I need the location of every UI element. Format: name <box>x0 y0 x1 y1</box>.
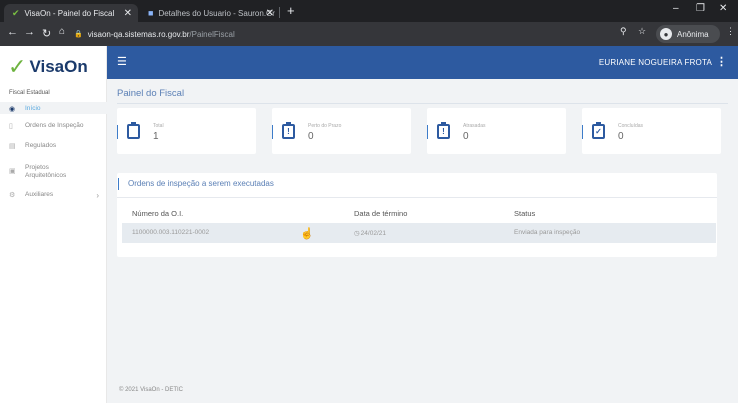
browser-tab-active[interactable]: ✔ VisaOn - Painel do Fiscal ✕ <box>4 4 138 22</box>
card-label: Atrasadas <box>463 123 486 129</box>
reload-icon[interactable]: ↻ <box>42 27 51 40</box>
column-header-data: Data de término <box>354 209 408 218</box>
new-tab-button[interactable]: + <box>287 3 295 18</box>
card-concluidas[interactable]: ✓ Concluídas 0 <box>582 108 721 154</box>
sidebar-item-label: Regulados <box>25 142 57 149</box>
card-accent-bar <box>582 125 583 139</box>
cell-status: Enviada para inspeção <box>514 229 581 236</box>
tab-title: VisaOn - Painel do Fiscal <box>24 8 115 18</box>
logo-text: VisaOn <box>29 57 88 76</box>
footer: © 2021 VisaOn - DETIC <box>119 387 184 393</box>
home-icon[interactable]: ⌂ <box>59 26 65 37</box>
sidebar-section-label: Fiscal Estadual <box>9 90 50 96</box>
close-window-icon[interactable]: ✕ <box>719 3 727 14</box>
profile-label: Anônima <box>677 29 709 39</box>
card-accent-bar <box>427 125 428 139</box>
hamburger-menu-icon[interactable]: ☰ <box>117 55 127 68</box>
address-bar[interactable]: 🔒 visaon-qa.sistemas.ro.gov.br /PainelFi… <box>74 26 604 42</box>
building-icon: ▤ <box>9 143 16 150</box>
document-favicon-icon: ■ <box>148 8 154 18</box>
bookmark-star-icon[interactable]: ☆ <box>638 26 646 37</box>
orders-panel: Ordens de inspeção a serem executadas Nú… <box>117 173 717 257</box>
restore-icon[interactable]: ❐ <box>696 3 705 14</box>
cell-numero: 1100000.003.110221-0002 <box>132 229 210 236</box>
card-label: Perto do Prazo <box>308 123 342 129</box>
sidebar-item-label: Projetos Arquitetônicos <box>25 164 67 179</box>
sidebar-item-label: Início <box>25 105 41 112</box>
card-value: 0 <box>308 131 314 142</box>
card-label: Total <box>153 123 164 129</box>
card-label: Concluídas <box>618 123 644 129</box>
sidebar-item-regulados[interactable]: ▤ Regulados <box>0 142 107 156</box>
hand-cursor-icon: ☝ <box>300 228 314 240</box>
card-value: 0 <box>618 131 624 142</box>
card-accent-bar <box>117 125 118 139</box>
sidebar-item-projetos[interactable]: ▣ Projetos Arquitetônicos <box>0 164 107 184</box>
document-icon: ▯ <box>9 123 13 130</box>
url-path: /PainelFiscal <box>189 29 235 39</box>
chevron-right-icon: › <box>96 191 99 200</box>
sidebar-item-auxiliares[interactable]: ⚙ Auxiliares › <box>0 191 107 205</box>
browser-tabstrip: ✔ VisaOn - Painel do Fiscal ✕ ■ Detalhes… <box>0 0 738 22</box>
sidebar-item-ordens[interactable]: ▯ Ordens de Inspeção <box>0 122 107 136</box>
card-perto-do-prazo[interactable]: ! Perto do Prazo 0 <box>272 108 411 154</box>
url-host: visaon-qa.sistemas.ro.gov.br <box>87 29 190 39</box>
sidebar-item-label: Ordens de Inspeção <box>25 122 84 129</box>
clipboard-icon <box>127 122 140 139</box>
column-header-numero: Número da O.I. <box>132 209 184 218</box>
zoom-icon[interactable]: ⚲ <box>620 26 627 37</box>
clipboard-check-icon: ✓ <box>592 122 605 139</box>
app-header: ☰ EURIANE NOGUEIRA FROTA ⋮ <box>107 46 738 79</box>
divider <box>117 103 728 104</box>
card-accent-bar <box>272 125 273 139</box>
card-atrasadas[interactable]: ! Atrasadas 0 <box>427 108 566 154</box>
visaon-check-icon: ✓ <box>8 54 27 80</box>
visaon-favicon-icon: ✔ <box>12 7 20 18</box>
browser-menu-icon[interactable]: ⋮ <box>726 26 735 37</box>
clock-icon: ◷ <box>354 230 360 237</box>
browser-tab-inactive[interactable]: ■ Detalhes do Usuario - Sauron.Gr ✕ <box>140 4 280 22</box>
table-row[interactable]: 1100000.003.110221-0002 ◷24/02/21 Enviad… <box>122 223 716 243</box>
tab-close-icon[interactable]: ✕ <box>266 8 274 19</box>
panel-accent-bar <box>118 178 119 190</box>
minimize-icon[interactable]: – <box>673 3 679 14</box>
user-name[interactable]: EURIANE NOGUEIRA FROTA <box>599 58 712 67</box>
clipboard-alert-icon: ! <box>437 122 450 139</box>
dashboard-icon: ◉ <box>9 106 16 113</box>
divider <box>117 197 717 198</box>
card-value: 1 <box>153 131 159 142</box>
main-content: Painel do Fiscal Total 1 ! Perto do Praz… <box>107 79 738 403</box>
blueprint-icon: ▣ <box>9 168 16 175</box>
incognito-icon: ● <box>660 28 672 40</box>
app-logo[interactable]: ✓ VisaOn <box>8 54 88 80</box>
cell-data: ◷24/02/21 <box>354 229 386 237</box>
sidebar-item-label: Auxiliares <box>25 191 54 198</box>
sidebar-item-inicio[interactable]: ◉ Início <box>0 102 107 114</box>
tab-close-icon[interactable]: ✕ <box>124 8 132 19</box>
clipboard-alert-icon: ! <box>282 122 295 139</box>
user-menu-icon[interactable]: ⋮ <box>716 55 727 68</box>
orders-panel-title: Ordens de inspeção a serem executadas <box>128 179 274 188</box>
tab-title: Detalhes do Usuario - Sauron.Gr <box>158 8 275 18</box>
browser-toolbar: ← → ↻ ⌂ 🔒 visaon-qa.sistemas.ro.gov.br /… <box>0 22 738 46</box>
back-icon[interactable]: ← <box>7 26 18 38</box>
lock-icon: 🔒 <box>74 31 83 38</box>
page-title: Painel do Fiscal <box>117 88 185 99</box>
tab-separator <box>279 7 280 18</box>
cell-data-value: 24/02/21 <box>360 230 386 237</box>
card-total[interactable]: Total 1 <box>117 108 256 154</box>
column-header-status: Status <box>514 209 536 218</box>
sidebar: ✓ VisaOn Fiscal Estadual ◉ Início ▯ Orde… <box>0 46 107 403</box>
gears-icon: ⚙ <box>9 192 16 199</box>
card-value: 0 <box>463 131 469 142</box>
forward-icon[interactable]: → <box>24 26 35 38</box>
incognito-profile-button[interactable]: ● Anônima <box>656 25 720 43</box>
